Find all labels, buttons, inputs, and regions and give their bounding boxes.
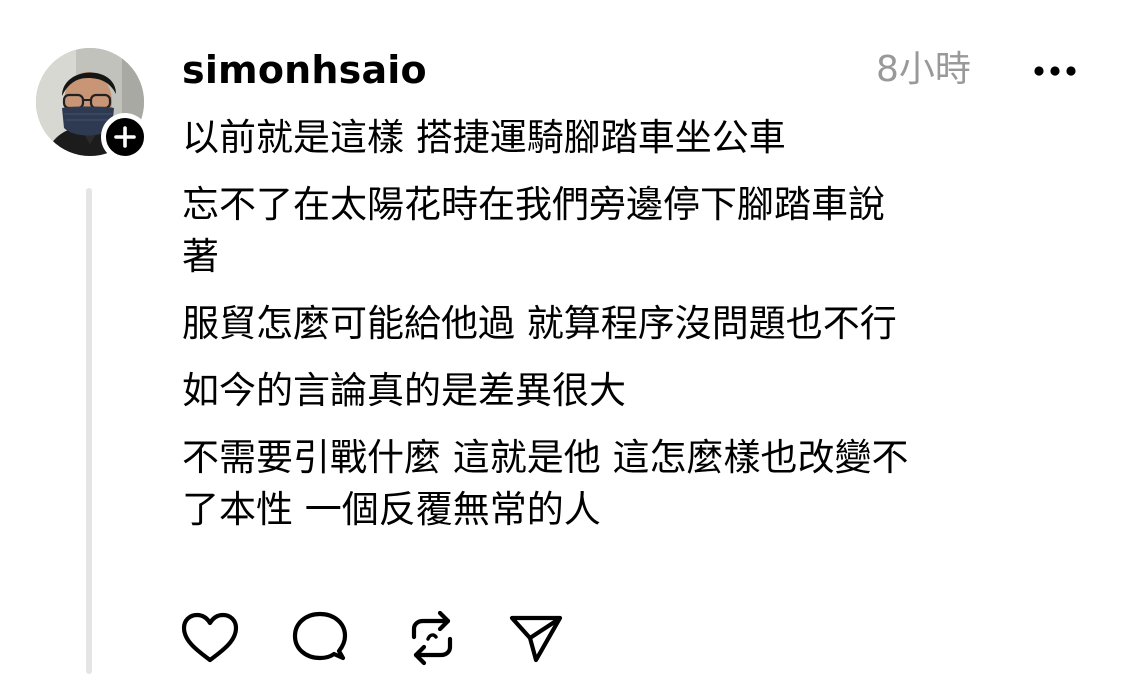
post-text-line: 服貿怎麼可能給他過 就算程序沒問題也不行 xyxy=(182,302,897,345)
post-text-line: 著 xyxy=(182,235,219,278)
plus-icon xyxy=(114,126,136,148)
like-button[interactable] xyxy=(180,608,240,668)
share-button[interactable] xyxy=(506,608,566,668)
post-text-line: 不需要引戰什麼 這就是他 這怎麼樣也改變不 xyxy=(182,436,909,479)
heart-icon xyxy=(181,612,239,663)
more-horizontal-icon xyxy=(1034,66,1076,76)
comment-bubble-icon xyxy=(292,611,348,661)
post-text-line: 忘不了在太陽花時在我們旁邊停下腳踏車說 xyxy=(182,183,885,226)
comment-button[interactable] xyxy=(290,608,350,668)
send-icon xyxy=(509,615,563,663)
more-options-button[interactable] xyxy=(1030,52,1080,90)
username[interactable]: simonhsaio xyxy=(182,44,427,96)
post-text-line: 了本性 一個反覆無常的人 xyxy=(182,488,601,531)
thread-line xyxy=(86,188,92,674)
timestamp: 8小時 xyxy=(876,49,971,90)
repost-icon xyxy=(411,610,453,666)
follow-button[interactable] xyxy=(101,113,149,161)
repost-button[interactable] xyxy=(402,608,462,668)
post-text-line: 以前就是這樣 搭捷運騎腳踏車坐公車 xyxy=(182,116,786,159)
post-text-line: 如今的言論真的是差異很大 xyxy=(182,369,626,412)
post-text: 以前就是這樣 搭捷運騎腳踏車坐公車 忘不了在太陽花時在我們旁邊停下腳踏車說 著 … xyxy=(182,112,1097,551)
